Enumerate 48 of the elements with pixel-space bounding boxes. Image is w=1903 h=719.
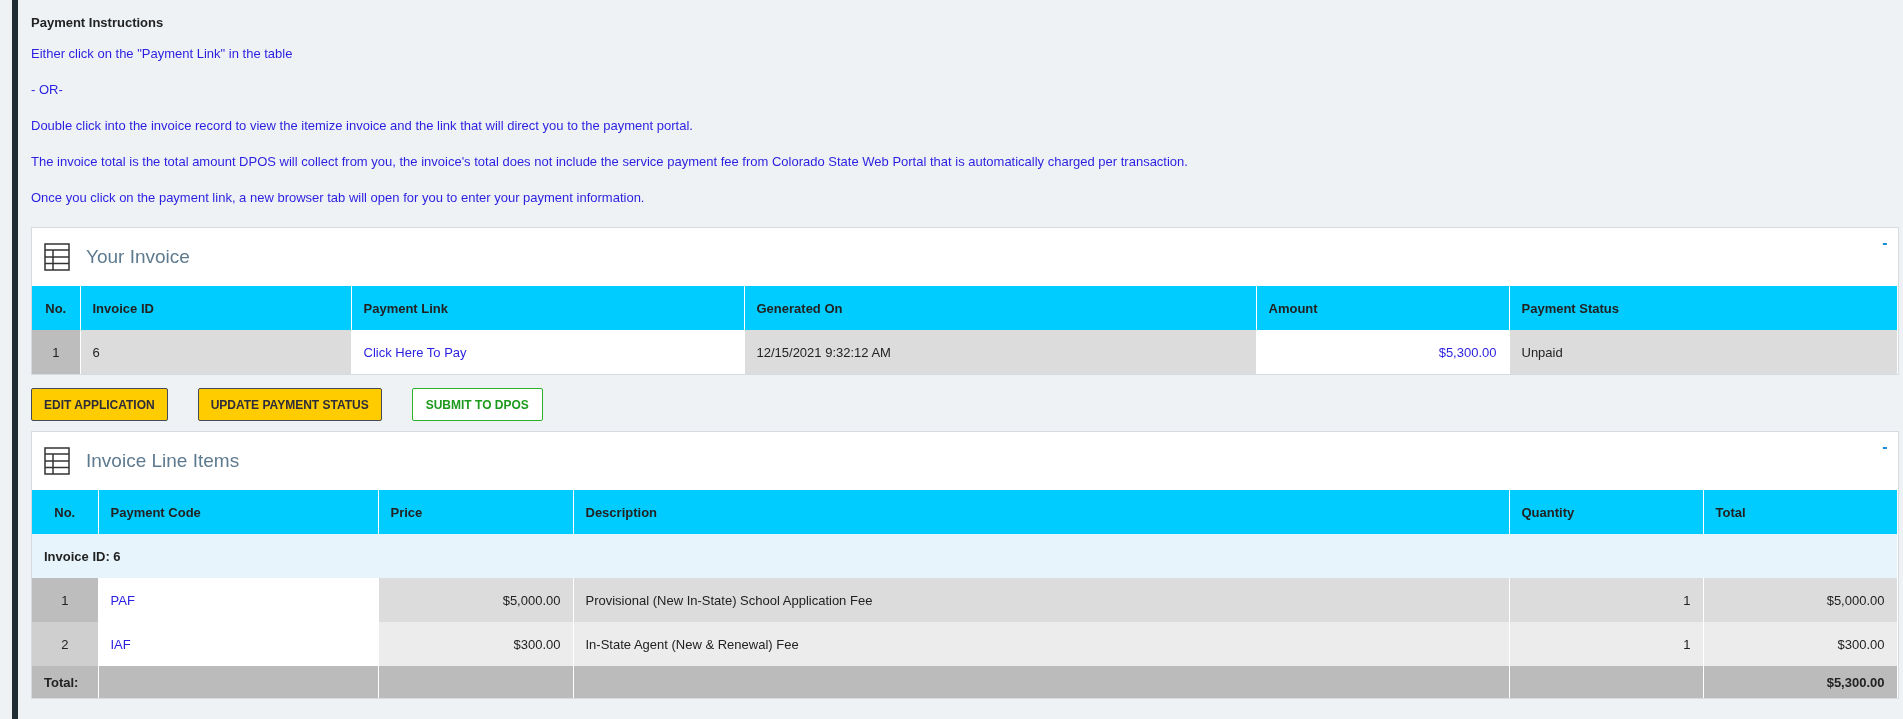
instructions-title: Payment Instructions [31,15,165,30]
column-header: No. [32,490,98,534]
table-cell: In-State Agent (New & Renewal) Fee [573,622,1509,666]
table-link[interactable]: Click Here To Pay [351,330,744,374]
table-cell: $300.00 [1703,622,1897,666]
table-link[interactable]: $5,300.00 [1256,330,1509,374]
group-row: Invoice ID: 6 [32,534,1897,578]
column-header: Payment Link [351,286,744,330]
table-link[interactable]: IAF [98,622,378,666]
table-cell: 2 [32,622,98,666]
column-header: Price [378,490,573,534]
column-header: Generated On [744,286,1256,330]
total-value: $5,300.00 [1703,666,1897,698]
table-cell: 1 [32,330,80,374]
table-icon [44,243,70,271]
column-header: Description [573,490,1509,534]
column-header: Total [1703,490,1897,534]
table-cell: $5,000.00 [378,578,573,622]
table-cell: Provisional (New In-State) School Application Fee [573,578,1509,622]
column-header: Quantity [1509,490,1703,534]
column-header: Invoice ID [80,286,351,330]
instruction-text: Double click into the invoice record to view the itemize invoice and the link that will direct you to the payment portal. [31,118,694,133]
table-cell: 6 [80,330,351,374]
table-cell: 1 [1509,578,1703,622]
instruction-text: Either click on the "Payment Link" in the table [31,46,294,61]
action-button[interactable]: EDIT APPLICATION [31,388,168,421]
table-cell: 12/15/2021 9:32:12 AM [744,330,1256,374]
column-header: No. [32,286,80,330]
action-button[interactable]: SUBMIT TO DPOS [411,388,543,421]
table-cell: 1 [32,578,98,622]
table-cell: $5,000.00 [1703,578,1897,622]
instruction-text: Once you click on the payment link, a new browser tab will open for you to enter your payment information. [31,190,646,205]
panel-title: Invoice Line Items [86,450,240,472]
instruction-text: - OR- [31,82,64,97]
table-link[interactable]: PAF [98,578,378,622]
collapse-toggle[interactable]: - [1882,438,1888,456]
panel-title: Your Invoice [86,246,190,268]
table-cell: 1 [1509,622,1703,666]
table-cell: Unpaid [1509,330,1897,374]
column-header: Payment Status [1509,286,1897,330]
action-button[interactable]: UPDATE PAYMENT STATUS [197,388,382,421]
column-header: Amount [1256,286,1509,330]
collapse-toggle[interactable]: - [1882,234,1888,252]
total-label: Total: [32,666,98,698]
instruction-text: The invoice total is the total amount DPOS will collect from you, the invoice's total does not include the service payment fee from Colorado State Web Portal that is automatically charged per transaction. [31,154,1189,169]
column-header: Payment Code [98,490,378,534]
table-icon [44,447,70,475]
table-cell: $300.00 [378,622,573,666]
